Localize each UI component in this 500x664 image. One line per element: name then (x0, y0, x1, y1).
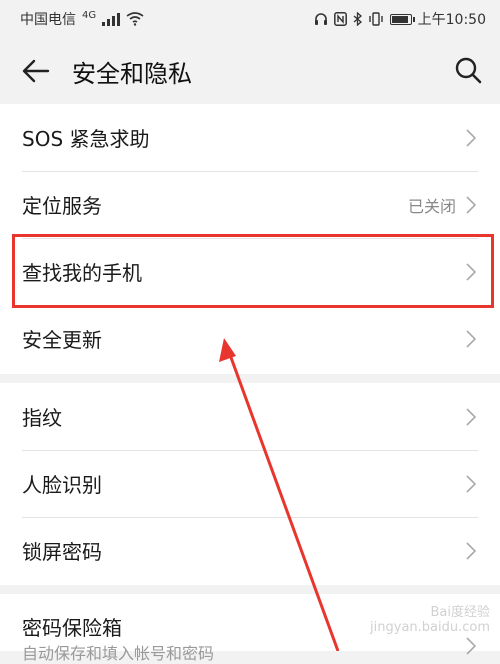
carrier-label: 中国电信 (20, 12, 76, 28)
battery-fill (391, 15, 408, 23)
fingerprint-item[interactable]: 指纹 (0, 383, 500, 450)
app-bar: 安全和隐私 (0, 38, 500, 104)
item-label: 指纹 (22, 406, 62, 430)
watermark-url: jingyan.baidu.com (370, 620, 490, 635)
face-recognition-item[interactable]: 人脸识别 (0, 450, 500, 517)
signal-icon (102, 12, 121, 26)
page-title: 安全和隐私 (72, 59, 192, 88)
search-button[interactable] (450, 52, 486, 88)
lock-screen-password-item[interactable]: 锁屏密码 (0, 517, 500, 584)
chevron-right-icon (466, 262, 478, 282)
chevron-right-icon (466, 195, 478, 215)
status-value: 已关闭 (407, 196, 456, 216)
clock: 上午10:50 (417, 12, 486, 28)
item-label: 安全更新 (22, 328, 102, 352)
headphone-icon (314, 13, 327, 25)
arrow-left-icon (22, 59, 50, 83)
item-label: 查找我的手机 (22, 261, 142, 285)
find-my-phone-item[interactable]: 查找我的手机 (0, 238, 500, 305)
battery-icon (389, 13, 415, 25)
network-label: 4G (82, 9, 97, 21)
chevron-right-icon (466, 128, 478, 148)
chevron-right-icon (466, 541, 478, 561)
chevron-right-icon (466, 636, 478, 656)
item-label: 定位服务 (22, 194, 102, 218)
security-update-item[interactable]: 安全更新 (0, 305, 500, 372)
item-label: 人脸识别 (22, 473, 102, 497)
bluetooth-icon (353, 12, 362, 26)
watermark-brand: Bai度经验 (430, 605, 491, 620)
sos-emergency-item[interactable]: SOS 紧急求助 (0, 104, 500, 171)
status-right: 上午10:50 (314, 9, 486, 29)
search-icon (455, 57, 482, 84)
watermark: Bai度经验 jingyan.baidu.com (370, 605, 490, 635)
location-service-item[interactable]: 定位服务 已关闭 (0, 171, 500, 238)
settings-group-2: 指纹 人脸识别 锁屏密码 (0, 383, 500, 585)
status-left: 中国电信 4G (20, 9, 144, 29)
wifi-icon (126, 12, 144, 26)
chevron-right-icon (466, 407, 478, 427)
chevron-right-icon (466, 474, 478, 494)
back-button[interactable] (0, 38, 72, 104)
item-label: 锁屏密码 (22, 540, 102, 564)
settings-group-1: SOS 紧急求助 定位服务 已关闭 查找我的手机 安全更新 (0, 104, 500, 374)
chevron-right-icon (466, 329, 478, 349)
item-label: SOS 紧急求助 (22, 127, 150, 151)
status-bar: 中国电信 4G 上午10:50 (0, 0, 500, 38)
item-sublabel: 自动保存和填入帐号和密码 (22, 644, 215, 663)
vibrate-icon (368, 12, 383, 26)
nfc-icon (333, 12, 347, 26)
